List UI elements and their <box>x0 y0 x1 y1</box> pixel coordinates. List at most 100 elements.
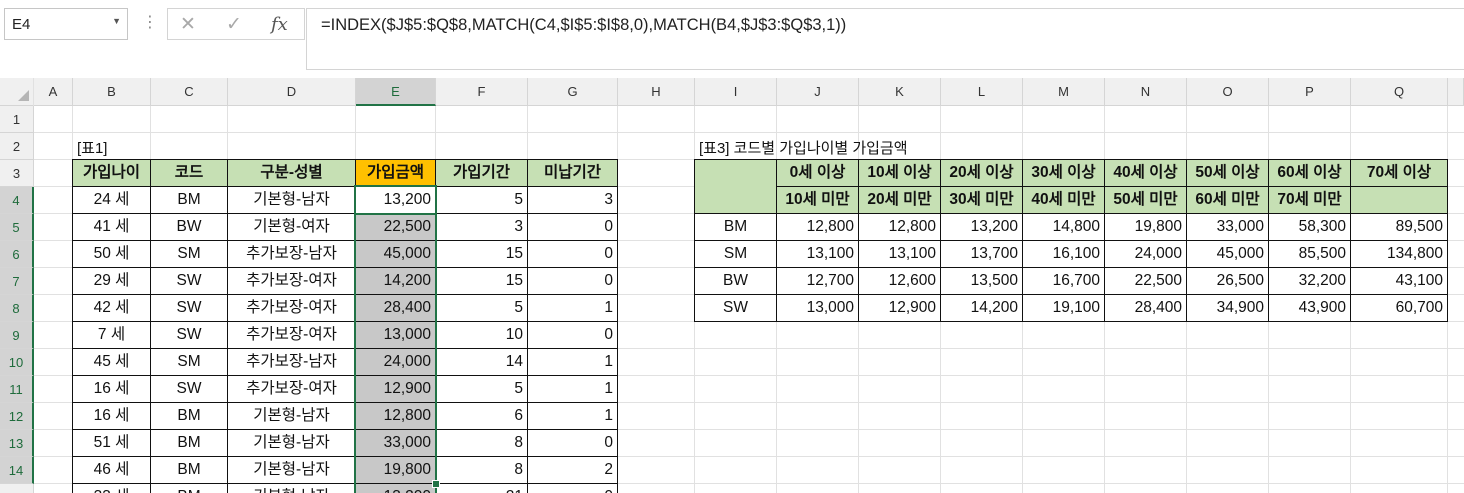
table1-cell[interactable]: 기본형-남자 <box>227 402 356 430</box>
table1-cell[interactable]: 15 <box>435 267 528 295</box>
select-all-button[interactable] <box>0 78 34 106</box>
insert-function-icon[interactable]: fx <box>271 14 288 35</box>
table3-value-cell[interactable]: 13,000 <box>776 294 859 322</box>
table1-header-cell[interactable]: 미납기간 <box>527 159 618 187</box>
table3-value-cell[interactable]: 26,500 <box>1186 267 1269 295</box>
table3-value-cell[interactable]: 14,800 <box>1022 213 1105 241</box>
table1-cell[interactable]: 3 <box>527 186 618 214</box>
table1-cell[interactable]: BM <box>150 402 228 430</box>
table3-value-cell[interactable]: 24,000 <box>1104 240 1187 268</box>
table3-value-cell[interactable]: 32,200 <box>1268 267 1351 295</box>
table1-cell[interactable]: 5 <box>435 186 528 214</box>
column-header-c[interactable]: C <box>151 78 228 106</box>
table1-cell[interactable]: 10 <box>435 321 528 349</box>
table1-cell[interactable]: 42 세 <box>72 294 151 322</box>
table3-header-top-cell[interactable]: 50세 이상 <box>1186 159 1269 187</box>
table1-cell[interactable]: 기본형-남자 <box>227 186 356 214</box>
column-header-a[interactable]: A <box>34 78 73 106</box>
table3-value-cell[interactable]: 12,900 <box>858 294 941 322</box>
column-header-g[interactable]: G <box>528 78 618 106</box>
table3-value-cell[interactable]: 12,800 <box>858 213 941 241</box>
row-header-3[interactable]: 3 <box>0 160 34 187</box>
table3-header-top-cell[interactable]: 0세 이상 <box>776 159 859 187</box>
table3-value-cell[interactable]: 60,700 <box>1350 294 1448 322</box>
drag-handle-icon[interactable]: ⋮ <box>142 12 158 32</box>
column-header-f[interactable]: F <box>436 78 528 106</box>
table1-cell[interactable]: 6 <box>435 402 528 430</box>
column-header-k[interactable]: K <box>859 78 941 106</box>
table3-value-cell[interactable]: 12,700 <box>776 267 859 295</box>
table3-value-cell[interactable]: 34,900 <box>1186 294 1269 322</box>
table3-value-cell[interactable]: 13,200 <box>940 213 1023 241</box>
table1-cell[interactable]: 50 세 <box>72 240 151 268</box>
table1-cell[interactable]: 추가보장-남자 <box>227 348 356 376</box>
table1-cell[interactable]: BM <box>150 429 228 457</box>
table1-cell[interactable]: 45 세 <box>72 348 151 376</box>
table1-cell[interactable]: 기본형-여자 <box>227 213 356 241</box>
table3-code-cell[interactable]: SW <box>694 294 777 322</box>
table1-cell[interactable]: 24 세 <box>72 186 151 214</box>
table3-value-cell[interactable]: 13,100 <box>858 240 941 268</box>
table1-cell[interactable]: SW <box>150 321 228 349</box>
table1-cell[interactable]: BM <box>150 456 228 484</box>
table1-cell[interactable]: 29 세 <box>72 267 151 295</box>
table1-cell[interactable]: 기본형-남자 <box>227 429 356 457</box>
table3-header-bottom-cell[interactable]: 60세 미만 <box>1186 186 1269 214</box>
column-header-q[interactable]: Q <box>1351 78 1448 106</box>
table1-cell[interactable]: BW <box>150 213 228 241</box>
table3-header-bottom-cell[interactable]: 30세 미만 <box>940 186 1023 214</box>
table1-cell[interactable]: 추가보장-여자 <box>227 375 356 403</box>
table1-header-cell[interactable]: 구분-성별 <box>227 159 356 187</box>
table1-cell[interactable]: 2 <box>527 456 618 484</box>
row-header-13[interactable]: 13 <box>0 430 34 457</box>
table1-header-cell[interactable]: 가입금액 <box>355 159 436 187</box>
table1-cell[interactable]: 0 <box>527 213 618 241</box>
table1-cell[interactable]: 추가보장-여자 <box>227 321 356 349</box>
table1-cell[interactable]: SM <box>150 348 228 376</box>
table3-value-cell[interactable]: 12,800 <box>776 213 859 241</box>
table3-header-top-cell[interactable]: 60세 이상 <box>1268 159 1351 187</box>
column-header-i[interactable]: I <box>695 78 777 106</box>
table3-value-cell[interactable]: 14,200 <box>940 294 1023 322</box>
table1-header-cell[interactable]: 가입나이 <box>72 159 151 187</box>
table1-cell[interactable]: 7 세 <box>72 321 151 349</box>
table1-cell[interactable]: 1 <box>527 402 618 430</box>
table1-cell[interactable]: BM <box>150 186 228 214</box>
fill-handle[interactable] <box>432 480 440 488</box>
enter-check-icon[interactable]: ✓ <box>226 13 242 36</box>
row-header-11[interactable]: 11 <box>0 376 34 403</box>
table1-cell[interactable]: 1 <box>527 348 618 376</box>
table1-cell[interactable]: BM <box>150 483 228 493</box>
name-box[interactable]: E4 ▼ <box>4 8 128 40</box>
column-header-j[interactable]: J <box>777 78 859 106</box>
table1-cell[interactable]: 41 세 <box>72 213 151 241</box>
table1-cell[interactable]: 기본형-남자 <box>227 456 356 484</box>
table1-cell[interactable]: 21 <box>435 483 528 493</box>
row-header-5[interactable]: 5 <box>0 214 34 241</box>
table1-cell[interactable]: 14 <box>435 348 528 376</box>
column-header-b[interactable]: B <box>73 78 151 106</box>
table1-cell[interactable]: SW <box>150 267 228 295</box>
table1-cell[interactable]: 0 <box>527 321 618 349</box>
formula-input[interactable]: =INDEX($J$5:$Q$8,MATCH(C4,$I$5:$I$8,0),M… <box>306 8 1464 70</box>
table3-value-cell[interactable]: 43,900 <box>1268 294 1351 322</box>
table3-value-cell[interactable]: 13,100 <box>776 240 859 268</box>
table1-cell[interactable]: 3 <box>435 213 528 241</box>
table3-value-cell[interactable]: 12,600 <box>858 267 941 295</box>
column-header-h[interactable]: H <box>618 78 695 106</box>
table3-header-bottom-cell[interactable]: 40세 미만 <box>1022 186 1105 214</box>
table3-header-top-cell[interactable]: 10세 이상 <box>858 159 941 187</box>
table1-cell[interactable]: 16 세 <box>72 375 151 403</box>
table1-cell[interactable]: 0 <box>527 429 618 457</box>
row-header-6[interactable]: 6 <box>0 241 34 268</box>
table1-cell[interactable]: 8 <box>435 456 528 484</box>
column-header-l[interactable]: L <box>941 78 1023 106</box>
table3-value-cell[interactable]: 13,700 <box>940 240 1023 268</box>
row-header-14[interactable]: 14 <box>0 457 34 484</box>
cancel-icon[interactable]: ✕ <box>180 13 196 36</box>
column-header-d[interactable]: D <box>228 78 356 106</box>
table3-header-bottom-cell[interactable] <box>1350 186 1448 214</box>
table1-cell[interactable]: 15 <box>435 240 528 268</box>
table1-header-cell[interactable]: 가입기간 <box>435 159 528 187</box>
table1-cell[interactable]: 추가보장-남자 <box>227 240 356 268</box>
